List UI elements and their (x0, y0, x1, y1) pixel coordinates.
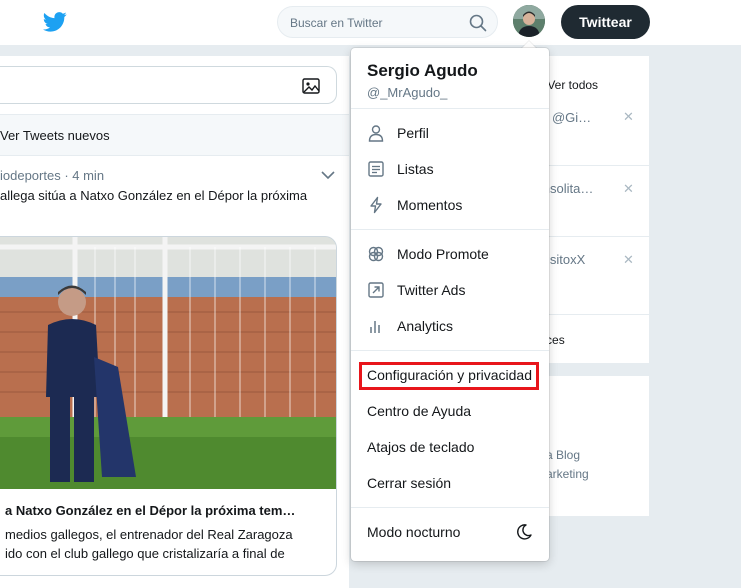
menu-item-cerrar-sesion[interactable]: Cerrar sesión (351, 466, 549, 500)
account-menu: Sergio Agudo @_MrAgudo_ Perfil Listas Mo… (351, 48, 549, 561)
compose-box[interactable] (0, 66, 337, 104)
menu-item-momentos[interactable]: Momentos (351, 188, 549, 222)
menu-item-listas[interactable]: Listas (351, 152, 549, 186)
link-card[interactable]: a Natxo González en el Dépor la próxima … (0, 236, 337, 576)
top-bar: Twittear (0, 0, 741, 46)
menu-item-label: Listas (397, 161, 434, 177)
card-description: medios gallegos, el entrenador del Real … (5, 525, 293, 563)
search-box[interactable] (277, 6, 498, 38)
menu-item-analytics[interactable]: Analytics (351, 309, 549, 343)
image-icon[interactable] (302, 77, 320, 95)
menu-item-centro-ayuda[interactable]: Centro de Ayuda (351, 394, 549, 428)
avatar[interactable] (513, 5, 545, 37)
card-description-line-1: medios gallegos, el entrenador del Real … (5, 527, 293, 542)
suggestion-handle: @Gi… (551, 110, 592, 125)
user-name[interactable]: Sergio Agudo (367, 61, 478, 81)
menu-item-label: Atajos de teclado (367, 439, 475, 455)
close-icon[interactable]: ✕ (623, 252, 634, 268)
external-link-icon (368, 282, 384, 298)
timeline-column: Ver Tweets nuevos iodeportes · 4 min all… (0, 56, 349, 588)
menu-item-promote[interactable]: Modo Promote (351, 237, 549, 271)
list-icon (368, 161, 384, 177)
analytics-icon (370, 321, 380, 333)
close-icon[interactable]: ✕ (623, 181, 634, 197)
tweet-text: allega sitúa a Natxo González en el Dépo… (0, 188, 308, 203)
menu-item-modo-nocturno[interactable]: Modo nocturno (351, 515, 549, 549)
highlight-box (359, 362, 539, 390)
close-icon[interactable]: ✕ (623, 109, 634, 125)
menu-item-label: Perfil (397, 125, 429, 141)
person-icon (368, 125, 384, 142)
menu-item-twitter-ads[interactable]: Twitter Ads (351, 273, 549, 307)
tweet-button[interactable]: Twittear (561, 5, 650, 39)
menu-item-label: Modo nocturno (367, 524, 461, 540)
menu-item-label: Modo Promote (397, 246, 489, 262)
menu-item-label: Analytics (397, 318, 454, 334)
menu-item-label: Centro de Ayuda (367, 403, 472, 419)
menu-divider (351, 507, 549, 508)
menu-item-label: Momentos (397, 197, 463, 213)
user-handle: @_MrAgudo_ (367, 85, 448, 100)
card-description-line-2: ido con el club gallego que cristalizarí… (5, 546, 285, 561)
menu-item-perfil[interactable]: Perfil (351, 116, 549, 150)
promote-icon (368, 246, 384, 262)
card-title: a Natxo González en el Dépor la próxima … (5, 503, 296, 518)
new-tweets-bar[interactable]: Ver Tweets nuevos (0, 114, 349, 156)
search-icon[interactable] (469, 14, 487, 32)
menu-divider (351, 108, 549, 109)
card-photo (0, 237, 336, 489)
tweet-meta: iodeportes · 4 min (0, 168, 105, 183)
moon-icon[interactable] (515, 523, 533, 541)
twitter-logo-icon[interactable] (43, 11, 67, 33)
menu-item-label: Twitter Ads (397, 282, 466, 298)
lightning-icon (370, 196, 382, 214)
menu-divider (351, 350, 549, 351)
avatar-image (513, 5, 545, 37)
chevron-down-icon[interactable] (321, 170, 335, 180)
menu-item-label: Cerrar sesión (367, 475, 452, 491)
search-input[interactable] (290, 14, 460, 32)
menu-divider (351, 229, 549, 230)
menu-item-atajos[interactable]: Atajos de teclado (351, 430, 549, 464)
